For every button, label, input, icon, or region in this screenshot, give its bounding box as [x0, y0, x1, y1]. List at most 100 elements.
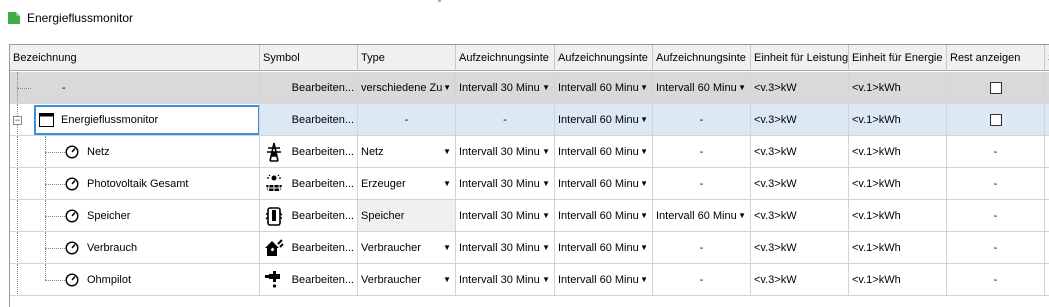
column-header-recording-3[interactable]: Aufzeichnungsinte: [653, 45, 751, 71]
row-type-dropdown[interactable]: Verbraucher ▼: [358, 232, 456, 264]
row-symbol-cell[interactable]: Bearbeiten...: [260, 136, 358, 168]
dropdown-arrow-icon[interactable]: ▼: [640, 104, 648, 135]
dropdown-arrow-icon[interactable]: ▼: [542, 168, 550, 199]
row-recording-2-dropdown[interactable]: Intervall 60 Minu ▼: [555, 200, 653, 232]
row-name-cell[interactable]: Photovoltaik Gesamt: [10, 168, 260, 200]
symbol-edit-link[interactable]: Bearbeiten...: [292, 232, 354, 263]
table-row[interactable]: Netz Bearbeiten... Netz ▼ Intervall 30 Minu ▼…: [10, 136, 1049, 168]
dropdown-arrow-icon[interactable]: ▼: [542, 264, 550, 295]
row-recording-1-dropdown[interactable]: Intervall 30 Minu ▼: [456, 264, 555, 296]
dropdown-arrow-icon[interactable]: ▼: [443, 72, 451, 103]
parent-symbol-cell[interactable]: Bearbeiten...: [260, 104, 358, 136]
tree-line: [45, 264, 46, 280]
row-power-unit-cell[interactable]: <v.3>kW: [751, 168, 849, 200]
row-recording-1-dropdown[interactable]: Intervall 30 Minu ▼: [456, 168, 555, 200]
row-recording-1-dropdown[interactable]: Intervall 30 Minu ▼: [456, 200, 555, 232]
row-power-unit-cell[interactable]: <v.3>kW: [751, 136, 849, 168]
dropdown-arrow-icon[interactable]: ▼: [443, 264, 451, 295]
dropdown-arrow-icon[interactable]: ▼: [640, 136, 648, 167]
row-recording-3-cell: -: [653, 168, 751, 200]
parent-row[interactable]: − Energieflussmonitor Bearbeiten... - - …: [10, 104, 1049, 136]
column-header-next[interactable]: S: [1045, 45, 1049, 71]
dropdown-arrow-icon[interactable]: ▼: [443, 136, 451, 167]
row-symbol-cell[interactable]: Bearbeiten...: [260, 200, 358, 232]
symbol-edit-link[interactable]: Bearbeiten...: [292, 264, 354, 295]
row-recording-1-dropdown[interactable]: Intervall 30 Minu ▼: [456, 232, 555, 264]
row-type-dropdown[interactable]: Erzeuger ▼: [358, 168, 456, 200]
column-header-energy-unit[interactable]: Einheit für Energie: [849, 45, 947, 71]
parent-energy-unit-cell[interactable]: <v.1>kWh: [849, 104, 947, 136]
column-header-bezeichnung[interactable]: Bezeichnung: [10, 45, 260, 71]
rest-checkbox[interactable]: [989, 82, 1002, 95]
row-name-cell[interactable]: Ohmpilot: [10, 264, 260, 296]
row-recording-2-dropdown[interactable]: Intervall 60 Minu ▼: [555, 232, 653, 264]
filter-recording-1-dropdown[interactable]: Intervall 30 Minu ▼: [456, 72, 555, 104]
row-power-unit-cell[interactable]: <v.3>kW: [751, 264, 849, 296]
row-recording-3-dropdown[interactable]: Intervall 60 Minu ▼: [653, 200, 751, 232]
table-row[interactable]: Verbrauch Bearbeiten... Verbraucher ▼ Interv…: [10, 232, 1049, 264]
dropdown-arrow-icon[interactable]: ▼: [640, 72, 648, 103]
symbol-edit-link[interactable]: Bearbeiten...: [292, 200, 354, 231]
dropdown-arrow-icon[interactable]: ▼: [443, 232, 451, 263]
filter-name-cell[interactable]: -: [10, 72, 260, 104]
rest-checkbox[interactable]: [989, 114, 1002, 127]
filter-recording-2-dropdown[interactable]: Intervall 60 Minu ▼: [555, 72, 653, 104]
row-power-unit-cell[interactable]: <v.3>kW: [751, 232, 849, 264]
row-symbol-cell[interactable]: Bearbeiten...: [260, 232, 358, 264]
column-header-recording-1[interactable]: Aufzeichnungsinte: [456, 45, 555, 71]
dropdown-arrow-icon[interactable]: ▼: [640, 264, 648, 295]
dropdown-arrow-icon[interactable]: ▼: [640, 200, 648, 231]
dropdown-arrow-icon[interactable]: ▼: [443, 168, 451, 199]
row-power-unit-value: <v.3>kW: [754, 210, 797, 222]
row-recording-1-dropdown[interactable]: Intervall 30 Minu ▼: [456, 136, 555, 168]
filter-power-unit-cell[interactable]: <v.3>kW: [751, 72, 849, 104]
parent-name-cell[interactable]: − Energieflussmonitor: [10, 104, 260, 136]
row-symbol-cell[interactable]: Bearbeiten...: [260, 264, 358, 296]
row-power-unit-value: <v.3>kW: [754, 146, 797, 158]
symbol-edit-link[interactable]: Bearbeiten...: [292, 168, 354, 199]
selected-name-editor[interactable]: Energieflussmonitor: [34, 105, 259, 135]
dropdown-arrow-icon[interactable]: ▼: [542, 232, 550, 263]
table-row[interactable]: Speicher Bearbeiten... Speicher Intervall 3…: [10, 200, 1049, 232]
collapse-icon[interactable]: −: [13, 116, 22, 125]
column-header-symbol[interactable]: Symbol: [260, 45, 358, 71]
filter-recording-3-dropdown[interactable]: Intervall 60 Minu ▼: [653, 72, 751, 104]
dropdown-arrow-icon[interactable]: ▼: [542, 72, 550, 103]
row-symbol-cell[interactable]: Bearbeiten...: [260, 168, 358, 200]
table-row[interactable]: Photovoltaik Gesamt Bearbeiten... Erzeuger…: [10, 168, 1049, 200]
parent-power-unit-cell[interactable]: <v.3>kW: [751, 104, 849, 136]
row-recording-2-dropdown[interactable]: Intervall 60 Minu ▼: [555, 168, 653, 200]
row-energy-unit-cell[interactable]: <v.1>kWh: [849, 136, 947, 168]
row-power-unit-cell[interactable]: <v.3>kW: [751, 200, 849, 232]
dropdown-arrow-icon[interactable]: ▼: [640, 232, 648, 263]
dropdown-arrow-icon[interactable]: ▼: [738, 200, 746, 231]
filter-symbol-cell[interactable]: Bearbeiten...: [260, 72, 358, 104]
row-name-cell[interactable]: Speicher: [10, 200, 260, 232]
row-energy-unit-cell[interactable]: <v.1>kWh: [849, 232, 947, 264]
row-energy-unit-cell[interactable]: <v.1>kWh: [849, 168, 947, 200]
parent-recording-2-dropdown[interactable]: Intervall 60 Minu ▼: [555, 104, 653, 136]
row-energy-unit-cell[interactable]: <v.1>kWh: [849, 264, 947, 296]
dropdown-arrow-icon[interactable]: ▼: [640, 168, 648, 199]
row-recording-2-dropdown[interactable]: Intervall 60 Minu ▼: [555, 264, 653, 296]
row-recording-2-dropdown[interactable]: Intervall 60 Minu ▼: [555, 136, 653, 168]
row-energy-unit-cell[interactable]: <v.1>kWh: [849, 200, 947, 232]
column-header-power-unit[interactable]: Einheit für Leistung: [751, 45, 849, 71]
column-header-rest[interactable]: Rest anzeigen: [947, 45, 1045, 71]
column-header-recording-2[interactable]: Aufzeichnungsinte: [555, 45, 653, 71]
filter-type-dropdown[interactable]: verschiedene Zu ▼: [358, 72, 456, 104]
filter-energy-unit-cell[interactable]: <v.1>kWh: [849, 72, 947, 104]
row-type-dropdown[interactable]: Verbraucher ▼: [358, 264, 456, 296]
column-header-type[interactable]: Type: [358, 45, 456, 71]
table-row[interactable]: Ohmpilot Bearbeiten... Verbraucher ▼ Interva…: [10, 264, 1049, 296]
symbol-edit-link[interactable]: Bearbeiten...: [292, 136, 354, 167]
row-recording-3-cell: -: [653, 264, 751, 296]
dropdown-arrow-icon[interactable]: ▼: [542, 200, 550, 231]
symbol-edit-link[interactable]: Bearbeiten...: [292, 104, 354, 135]
row-name-cell[interactable]: Verbrauch: [10, 232, 260, 264]
row-type-dropdown[interactable]: Netz ▼: [358, 136, 456, 168]
row-name-cell[interactable]: Netz: [10, 136, 260, 168]
symbol-edit-link[interactable]: Bearbeiten...: [292, 72, 354, 103]
dropdown-arrow-icon[interactable]: ▼: [738, 72, 746, 103]
dropdown-arrow-icon[interactable]: ▼: [542, 136, 550, 167]
